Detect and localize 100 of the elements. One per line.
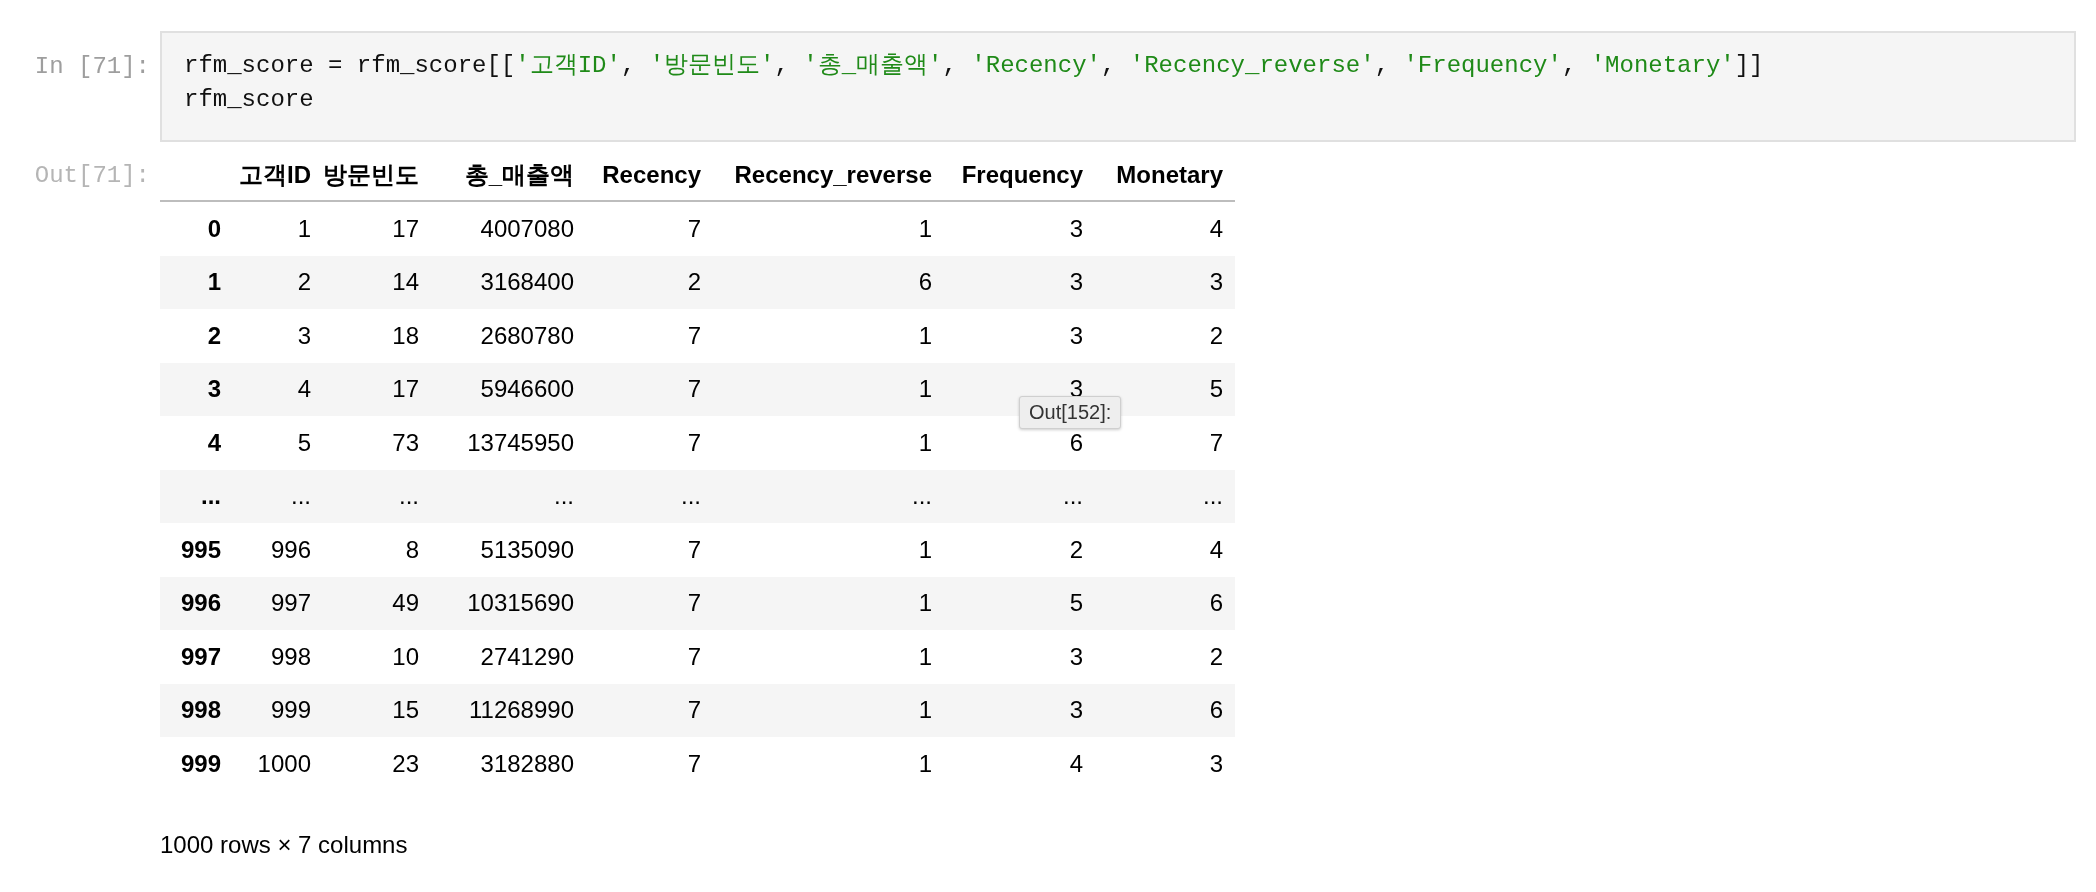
row-index: 2 <box>207 321 221 349</box>
table-cell: 1 <box>918 696 932 724</box>
table-cell: 2 <box>687 268 701 296</box>
table-cell: 7 <box>687 749 701 777</box>
table-cell: ... <box>912 482 932 510</box>
row-index: 997 <box>180 642 221 670</box>
table-cell: 7 <box>687 214 701 242</box>
row-index: 998 <box>180 696 221 724</box>
table-cell: 3 <box>297 321 311 349</box>
table-cell: 1 <box>918 749 932 777</box>
table-cell: 1 <box>297 214 311 242</box>
column-header: Monetary <box>1116 161 1223 188</box>
input-prompt: In [71]: <box>33 52 151 80</box>
table-cell: ... <box>554 482 574 510</box>
column-header: Frequency <box>961 161 1083 188</box>
table-cell: 6 <box>1209 589 1223 617</box>
table-cell: 7 <box>687 375 701 403</box>
table-cell: 8 <box>405 535 419 563</box>
code-cell[interactable]: rfm_score = rfm_score[['고객ID', '방문빈도', '총_매출액', 'Recency', 'Recency_reverse', 'Frequency', 'Monetary']] rfm_score <box>160 31 2076 142</box>
row-index: 996 <box>180 589 221 617</box>
table-cell: 3 <box>1209 268 1223 296</box>
table-cell: 3 <box>1069 642 1083 670</box>
table-cell: 17 <box>392 375 419 403</box>
table-cell: 6 <box>1209 696 1223 724</box>
table-cell: 5 <box>1069 589 1083 617</box>
table-cell: 3 <box>1069 268 1083 296</box>
table-cell: 6 <box>918 268 932 296</box>
table-cell: ... <box>291 482 311 510</box>
table-cell: 4 <box>1069 749 1083 777</box>
table-cell: 3182880 <box>480 749 574 777</box>
table-cell: 4 <box>1209 214 1223 242</box>
row-index: 999 <box>180 749 221 777</box>
table-cell: 13745950 <box>467 428 574 456</box>
table-cell: 3168400 <box>480 268 574 296</box>
table-cell: 7 <box>687 589 701 617</box>
table-cell: 10 <box>392 642 419 670</box>
table-cell: 18 <box>392 321 419 349</box>
table-cell: 49 <box>392 589 419 617</box>
table-cell: 996 <box>270 535 311 563</box>
table-cell: 3 <box>1209 749 1223 777</box>
table-cell: ... <box>399 482 419 510</box>
table-cell: 4 <box>297 375 311 403</box>
table-cell: 1000 <box>257 749 311 777</box>
table-cell: ... <box>1203 482 1223 510</box>
column-header: 방문빈도 <box>323 161 419 188</box>
table-cell: 997 <box>270 589 311 617</box>
table-cell: 998 <box>270 642 311 670</box>
table-cell: 2 <box>297 268 311 296</box>
table-cell: 1 <box>918 589 932 617</box>
table-cell: 5 <box>297 428 311 456</box>
column-header: 고객ID <box>239 161 311 188</box>
table-cell: 1 <box>918 642 932 670</box>
table-cell: 7 <box>687 535 701 563</box>
table-cell: 15 <box>392 696 419 724</box>
table-cell: 2680780 <box>480 321 574 349</box>
table-cell: 999 <box>270 696 311 724</box>
row-index: 995 <box>180 535 221 563</box>
code-line: rfm_score = rfm_score[['고객ID', '방문빈도', '총_매출액', 'Recency', 'Recency_reverse', 'Frequency', 'Monetary']] <box>184 51 1764 81</box>
column-header: Recency <box>602 161 701 188</box>
table-cell: 3 <box>1069 696 1083 724</box>
table-cell: 7 <box>687 428 701 456</box>
table-cell: 2741290 <box>480 642 574 670</box>
table-cell: 4007080 <box>480 214 574 242</box>
table-cell: 2 <box>1069 535 1083 563</box>
code-line: rfm_score <box>184 85 314 115</box>
column-header: Recency_reverse <box>734 161 932 188</box>
table-cell: 7 <box>1209 428 1223 456</box>
row-index: ... <box>201 482 221 510</box>
table-cell: 7 <box>687 696 701 724</box>
table-cell: 6 <box>1069 428 1083 456</box>
table-cell: 5 <box>1209 375 1223 403</box>
row-index: 3 <box>207 375 221 403</box>
table-cell: 2 <box>1209 642 1223 670</box>
table-cell: 7 <box>687 321 701 349</box>
table-cell: 3 <box>1069 214 1083 242</box>
table-cell: 7 <box>687 642 701 670</box>
row-index: 1 <box>207 268 221 296</box>
table-cell: 3 <box>1069 321 1083 349</box>
row-index: 4 <box>207 428 221 456</box>
tooltip: Out[152]: <box>1019 396 1122 429</box>
table-cell: 5946600 <box>480 375 574 403</box>
table-cell: 1 <box>918 375 932 403</box>
table-cell: 1 <box>918 428 932 456</box>
output-prompt: Out[71]: <box>33 161 151 189</box>
table-cell: 17 <box>392 214 419 242</box>
column-header: 총_매출액 <box>464 161 574 188</box>
row-index: 0 <box>207 214 221 242</box>
table-cell: ... <box>1063 482 1083 510</box>
table-cell: 10315690 <box>467 589 574 617</box>
table-cell: 4 <box>1209 535 1223 563</box>
table-cell: 14 <box>392 268 419 296</box>
table-cell: 1 <box>918 214 932 242</box>
table-cell: 5135090 <box>480 535 574 563</box>
table-cell: 73 <box>392 428 419 456</box>
table-cell: ... <box>681 482 701 510</box>
table-cell: 2 <box>1209 321 1223 349</box>
table-summary: 1000 rows × 7 columns <box>160 830 408 859</box>
table-cell: 1 <box>918 535 932 563</box>
table-cell: 1 <box>918 321 932 349</box>
table-cell: 23 <box>392 749 419 777</box>
